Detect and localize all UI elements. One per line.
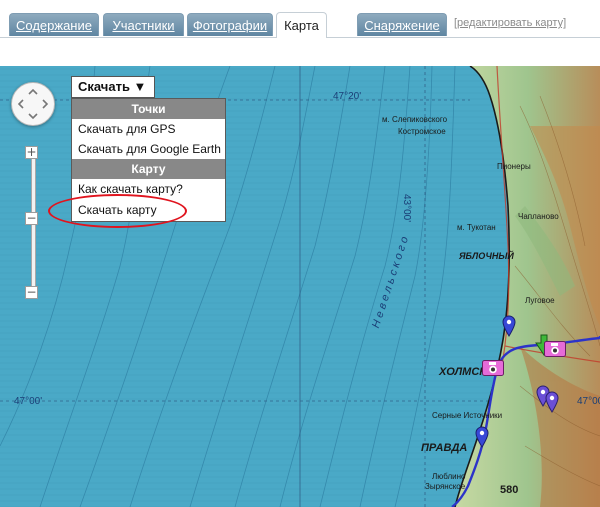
camera-icon[interactable] <box>544 341 566 357</box>
download-button[interactable]: Скачать ▼ <box>71 76 155 98</box>
menu-item-download-map[interactable]: Скачать карту <box>72 199 225 221</box>
map-pin-icon[interactable] <box>475 426 489 448</box>
menu-item-download-gps[interactable]: Скачать для GPS <box>72 119 225 139</box>
tab-equipment[interactable]: Снаряжение <box>357 13 447 36</box>
toolbar-band <box>0 38 600 67</box>
menu-item-how-to-download[interactable]: Как скачать карту? <box>72 179 225 199</box>
tab-photos[interactable]: Фотографии <box>187 13 273 36</box>
tab-map[interactable]: Карта <box>276 12 327 38</box>
tab-participants[interactable]: Участники <box>103 13 184 36</box>
map-view[interactable]: 47°20' 47°00' 47°00' 43°00' ХОЛМСК ПРАВД… <box>0 66 600 507</box>
menu-section-map: Карту <box>72 159 225 179</box>
zoom-step-button[interactable]: − <box>25 212 38 225</box>
map-pin-icon[interactable] <box>502 315 516 337</box>
map-pin-icon[interactable] <box>545 391 559 413</box>
pan-arrows-icon <box>17 88 49 120</box>
pan-control[interactable] <box>11 82 55 126</box>
download-menu: Точки Скачать для GPS Скачать для Google… <box>71 98 226 222</box>
menu-section-points: Точки <box>72 99 225 119</box>
edit-map-link[interactable]: [редактировать карту] <box>454 17 566 29</box>
tab-bar: Содержание Участники Фотографии Карта Сн… <box>0 0 600 38</box>
menu-item-download-google-earth[interactable]: Скачать для Google Earth <box>72 139 225 159</box>
zoom-out-button[interactable]: − <box>25 286 38 299</box>
camera-icon[interactable] <box>482 360 504 376</box>
tab-contents[interactable]: Содержание <box>9 13 99 36</box>
zoom-in-button[interactable]: + <box>25 146 38 159</box>
